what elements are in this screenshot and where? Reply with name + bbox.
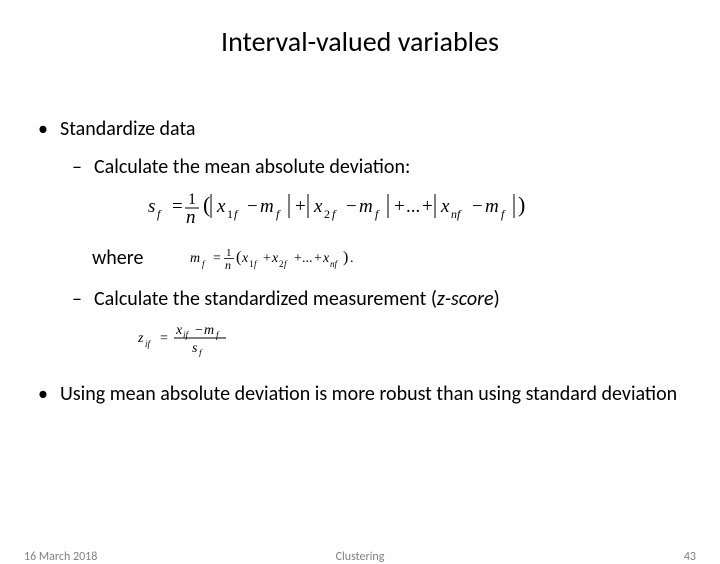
svg-text:(: ( bbox=[236, 249, 241, 266]
bullet-standardize: Standardize data bbox=[38, 117, 682, 141]
formula-svg: s f = 1 n ( x 1 f − m f + bbox=[148, 187, 578, 227]
svg-text:f: f bbox=[254, 259, 258, 269]
svg-text:nf: nf bbox=[451, 207, 462, 221]
svg-text:x: x bbox=[175, 323, 183, 338]
bullet-text: Standardize data bbox=[60, 117, 195, 141]
svg-text:m: m bbox=[190, 251, 200, 266]
svg-text:...: ... bbox=[406, 196, 420, 217]
svg-text:x: x bbox=[241, 251, 249, 266]
formula-mean: m f = 1 n ( x 1 f + x 2 f + ... + bbox=[190, 243, 380, 273]
svg-text:z: z bbox=[138, 331, 144, 346]
svg-text:1: 1 bbox=[227, 207, 233, 221]
formula-mad: s f = 1 n ( x 1 f − m f + bbox=[148, 187, 682, 227]
svg-text:x: x bbox=[322, 251, 330, 266]
svg-text:m: m bbox=[204, 323, 214, 338]
bullet-mad: Calculate the mean absolute deviation: bbox=[72, 155, 682, 179]
bullet-robust: Using mean absolute deviation is more ro… bbox=[38, 377, 682, 412]
svg-text:m: m bbox=[485, 196, 499, 217]
slide-body: Standardize data Calculate the mean abso… bbox=[0, 117, 720, 412]
svg-text:f: f bbox=[202, 259, 206, 269]
svg-text:=: = bbox=[172, 196, 183, 217]
svg-text:f: f bbox=[199, 348, 203, 357]
svg-text:+: + bbox=[422, 196, 433, 217]
svg-text:+: + bbox=[394, 196, 405, 217]
svg-text:if: if bbox=[183, 330, 190, 340]
svg-text:f: f bbox=[276, 207, 281, 221]
svg-text:n: n bbox=[225, 258, 231, 272]
svg-text:(: ( bbox=[203, 192, 210, 217]
svg-text:f: f bbox=[501, 207, 506, 221]
svg-text:m: m bbox=[359, 196, 373, 217]
svg-text:+: + bbox=[314, 251, 322, 266]
svg-text:f: f bbox=[332, 207, 337, 221]
svg-text:f: f bbox=[216, 330, 220, 340]
formula-zscore: z if = x if − m f s f bbox=[138, 319, 258, 357]
svg-text:x: x bbox=[271, 251, 279, 266]
svg-text:.: . bbox=[350, 251, 354, 266]
where-word: where bbox=[92, 246, 143, 270]
bullet-text: Calculate the mean absolute deviation: bbox=[94, 155, 410, 179]
svg-text:x: x bbox=[440, 196, 450, 217]
where-line: where m f = 1 n ( x 1 f + x 2 f + bbox=[92, 243, 682, 273]
svg-text:if: if bbox=[145, 339, 152, 349]
svg-text:+: + bbox=[263, 251, 271, 266]
svg-text:1: 1 bbox=[249, 259, 254, 269]
svg-text:...: ... bbox=[302, 251, 313, 266]
svg-text:−: − bbox=[247, 196, 258, 217]
svg-text:2: 2 bbox=[324, 207, 330, 221]
svg-text:s: s bbox=[148, 196, 155, 217]
svg-text:x: x bbox=[313, 196, 323, 217]
slide: Interval-valued variables Standardize da… bbox=[0, 24, 720, 564]
svg-text:=: = bbox=[160, 331, 168, 346]
bullet-text-pre: Calculate the standardized measurement ( bbox=[94, 287, 437, 311]
footer-page: 43 bbox=[684, 550, 696, 564]
svg-text:n: n bbox=[186, 207, 196, 227]
formula-zscore-row: z if = x if − m f s f bbox=[138, 319, 682, 357]
svg-text:+: + bbox=[294, 251, 302, 266]
slide-title: Interval-valued variables bbox=[0, 24, 720, 59]
svg-text:−: − bbox=[472, 196, 483, 217]
svg-text:f: f bbox=[375, 207, 380, 221]
svg-text:+: + bbox=[295, 196, 306, 217]
svg-text:): ) bbox=[518, 192, 525, 217]
bullet-text-em: z-score bbox=[437, 287, 494, 311]
svg-text:): ) bbox=[343, 249, 348, 266]
bullet-text: Using mean absolute deviation is more ro… bbox=[60, 382, 677, 406]
svg-text:f: f bbox=[157, 207, 162, 221]
bullet-text-post: ) bbox=[494, 287, 500, 311]
svg-text:2: 2 bbox=[279, 259, 284, 269]
svg-text:1: 1 bbox=[188, 191, 196, 208]
svg-text:m: m bbox=[260, 196, 274, 217]
svg-text:=: = bbox=[213, 251, 221, 266]
svg-text:f: f bbox=[234, 207, 239, 221]
svg-text:x: x bbox=[216, 196, 226, 217]
svg-text:f: f bbox=[284, 259, 288, 269]
bullet-zscore: Calculate the standardized measurement (… bbox=[72, 287, 682, 311]
svg-text:s: s bbox=[192, 341, 198, 356]
footer-title: Clustering bbox=[0, 550, 720, 564]
svg-text:−: − bbox=[346, 196, 357, 217]
svg-text:nf: nf bbox=[330, 259, 339, 269]
svg-text:−: − bbox=[195, 323, 203, 338]
